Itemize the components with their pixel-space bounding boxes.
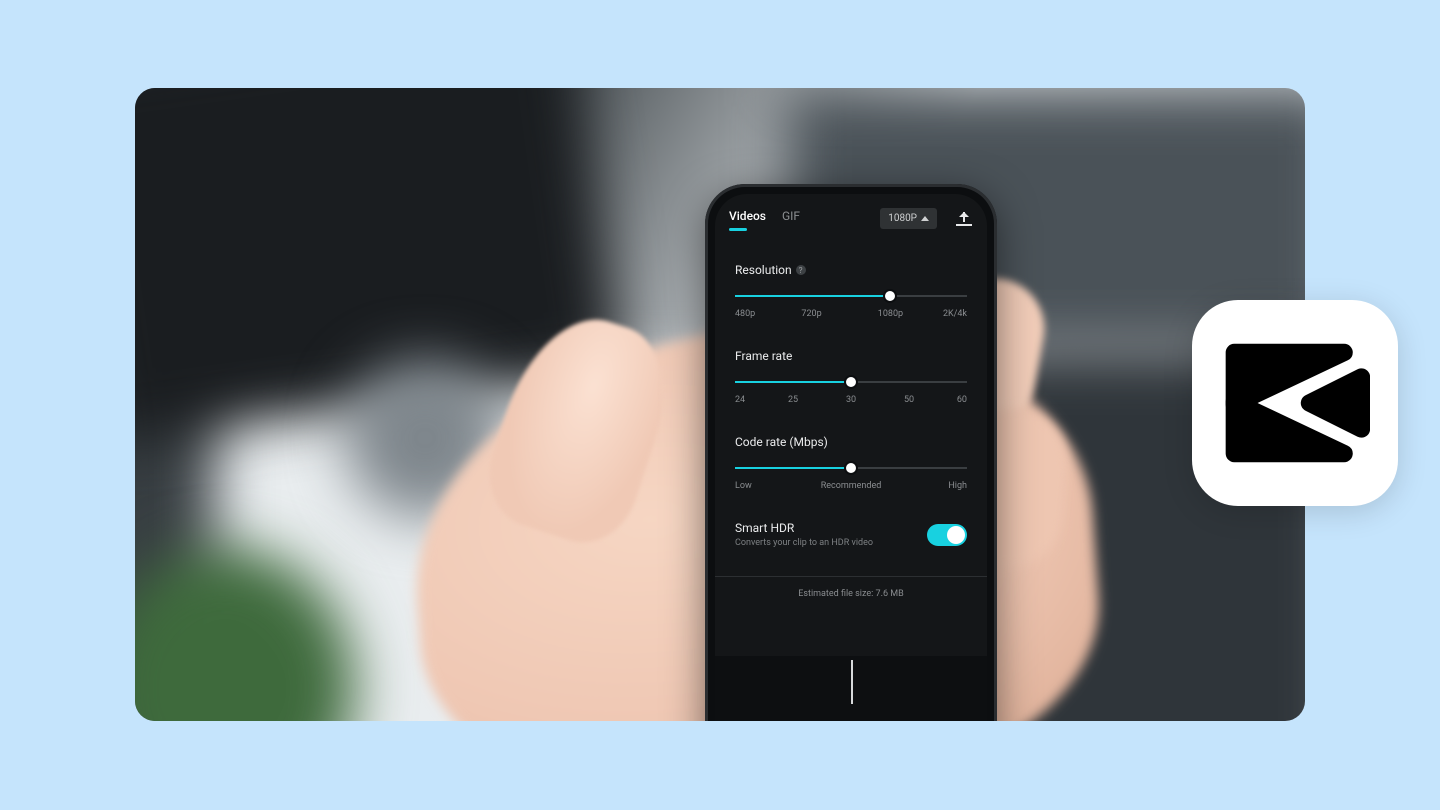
capcut-logo-icon — [1220, 338, 1370, 468]
framerate-slider[interactable] — [735, 375, 967, 389]
export-tabs: Videos GIF — [729, 209, 800, 229]
coderate-label: Code rate (Mbps) — [735, 435, 828, 449]
smart-hdr-subtitle: Converts your clip to an HDR video — [735, 538, 873, 548]
estimated-file-size: Estimated file size: 7.6 MB — [735, 577, 967, 615]
resolution-group: Resolution ? 480p 720p 1080p 2K/4k — [735, 263, 967, 321]
timeline-preview — [715, 656, 987, 721]
resolution-slider[interactable] — [735, 289, 967, 303]
smart-hdr-group: Smart HDR Converts your clip to an HDR v… — [735, 521, 967, 548]
framerate-ticks: 24 25 30 50 60 — [735, 395, 967, 407]
coderate-slider[interactable] — [735, 461, 967, 475]
top-bar: Videos GIF 1080P — [715, 194, 987, 235]
framerate-group: Frame rate 24 25 30 50 60 — [735, 349, 967, 407]
tab-videos[interactable]: Videos — [729, 209, 766, 229]
capcut-app-badge — [1192, 300, 1398, 506]
chevron-up-icon — [921, 216, 929, 221]
tab-gif[interactable]: GIF — [782, 209, 800, 229]
export-icon[interactable] — [955, 210, 973, 228]
promo-card: Videos GIF 1080P Resolution ? — [135, 88, 1305, 721]
phone-frame: Videos GIF 1080P Resolution ? — [705, 184, 997, 721]
resolution-ticks: 480p 720p 1080p 2K/4k — [735, 309, 967, 321]
smart-hdr-toggle[interactable] — [927, 524, 967, 546]
resolution-label: Resolution — [735, 263, 792, 277]
coderate-group: Code rate (Mbps) Low Recommended High — [735, 435, 967, 493]
playhead — [851, 660, 853, 704]
smart-hdr-title: Smart HDR — [735, 521, 873, 535]
resolution-dropdown-label: 1080P — [888, 213, 917, 224]
coderate-ticks: Low Recommended High — [735, 481, 967, 493]
framerate-label: Frame rate — [735, 349, 792, 363]
phone-screen: Videos GIF 1080P Resolution ? — [715, 194, 987, 721]
info-icon[interactable]: ? — [796, 265, 806, 275]
resolution-dropdown[interactable]: 1080P — [880, 208, 937, 229]
export-settings-panel: Resolution ? 480p 720p 1080p 2K/4k — [715, 235, 987, 615]
